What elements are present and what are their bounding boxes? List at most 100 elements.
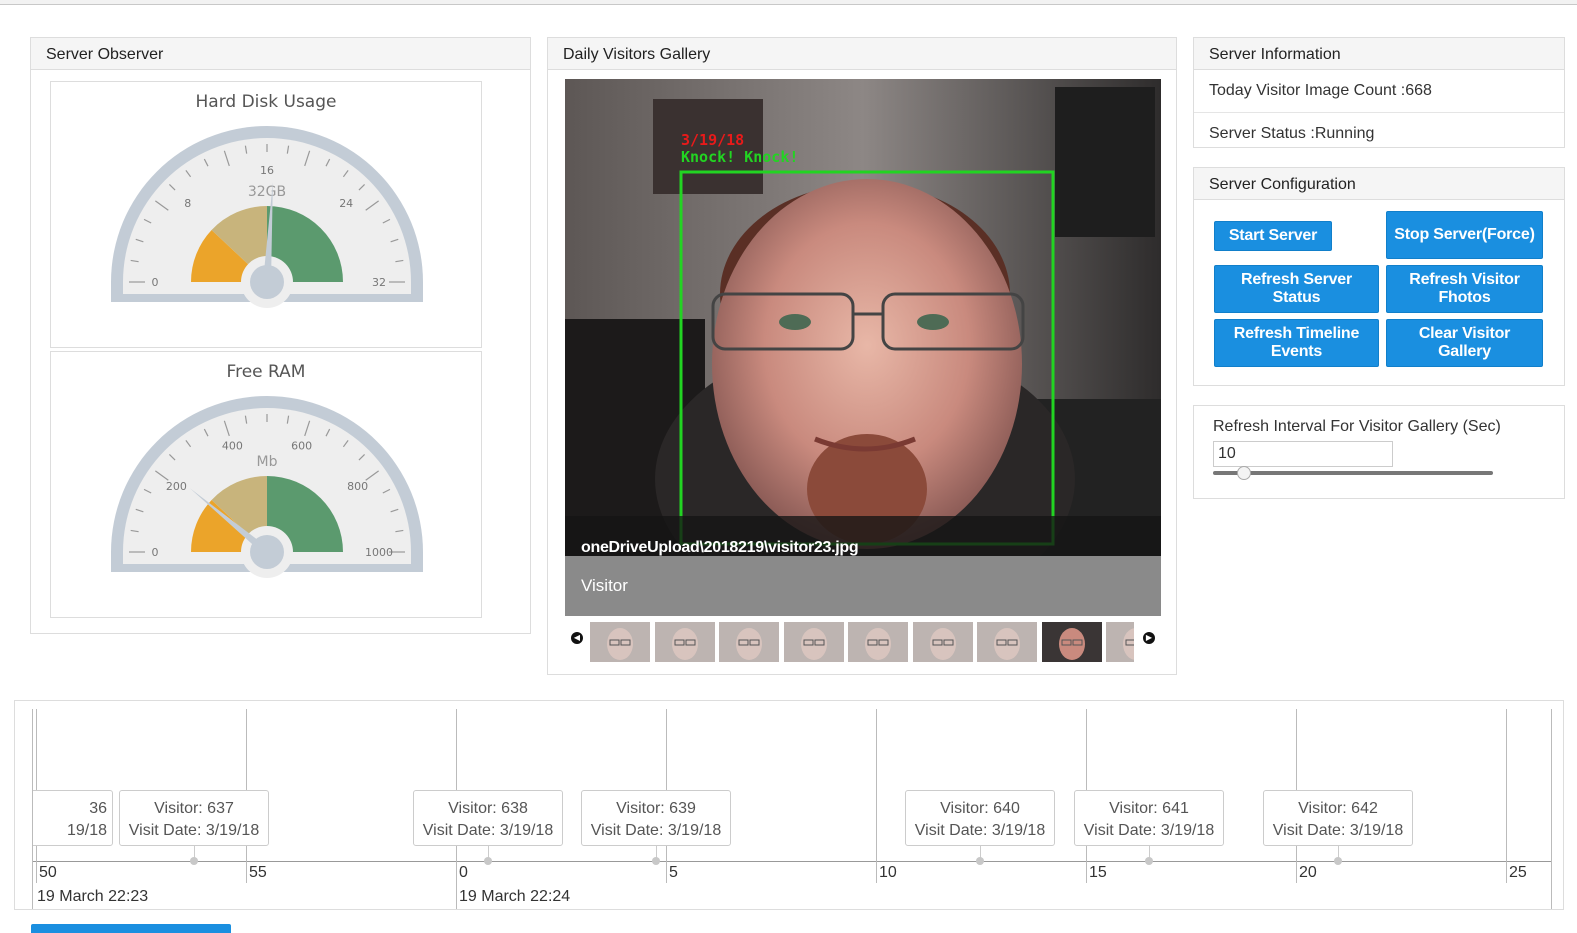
timeline-event-date: Visit Date: 3/19/18 [590,822,722,839]
free-ram-gauge-tick-label: 0 [152,546,159,559]
gallery-thumbnail[interactable] [848,622,908,662]
gallery-thumbnail[interactable] [1041,622,1102,662]
timeline-tick-label: 0 [459,864,468,881]
gallery-thumbnail[interactable] [1106,622,1134,662]
visitor-photo[interactable]: 3/19/18 Knock! Knock! oneDriveUpload\201… [565,79,1161,556]
timeline-event-dot [1334,857,1342,865]
timeline-gridline [1506,709,1507,861]
timeline-event-date: 19/18 [66,822,107,839]
timeline-event[interactable]: Visitor: 640 Visit Date: 3/19/18 [905,790,1055,846]
free-ram-gauge-tick-label: 200 [166,480,187,493]
free-ram-gauge: Free RAM 0 200 400 600 800 1000 Mb [50,351,482,618]
timeline-event[interactable]: Visitor: 639 Visit Date: 3/19/18 [581,790,731,846]
timeline-tick-label: 55 [249,864,267,881]
timeline-tick-label: 25 [1509,864,1527,881]
server-info-panel: Server Information Today Visitor Image C… [1193,37,1565,148]
timeline-event-title: Visitor: 638 [448,800,528,817]
timeline-event-date: Visit Date: 3/19/18 [128,822,260,839]
free-ram-gauge-tick-label: 600 [291,439,312,452]
timeline-tick [1086,861,1087,883]
free-ram-gauge-tick-label: 1000 [365,546,393,559]
hard-disk-gauge-tick-label: 0 [152,276,159,289]
timeline-panel: 50 55 0 5 10 15 20 25 19 March 22:23 19 March 22:… [14,700,1564,910]
refresh-timeline-events-button[interactable]: Refresh Timeline Events [1214,319,1379,367]
top-border [0,0,1577,5]
visitor-label-bar: Visitor [565,556,1161,616]
photo-caption: oneDriveUpload\2018219\visitor23.jpg [581,539,859,556]
timeline-event-date: Visit Date: 3/19/18 [422,822,554,839]
timeline-canvas[interactable]: 50 55 0 5 10 15 20 25 19 March 22:23 19 March 22:… [32,709,1552,909]
timeline-event-title: Visitor: 637 [154,800,234,817]
stop-server-button[interactable]: Stop Server(Force) [1386,211,1543,259]
refresh-interval-slider-handle[interactable] [1237,466,1251,480]
free-ram-gauge-tick-label: 400 [222,439,243,452]
gallery-thumbnail[interactable] [654,622,715,662]
timeline-tick-label: 20 [1299,864,1317,881]
timeline-tick [36,861,37,883]
timeline-event-dot [976,857,984,865]
timeline-event-dot [1145,857,1153,865]
photo-overlay-text: Knock! Knock! [681,148,799,166]
refresh-visitor-photos-button[interactable]: Refresh Visitor Fhotos [1386,265,1543,313]
thumbnail-strip: ◀ ▶ [565,618,1161,664]
server-status-text: Server Status :Running [1209,125,1375,142]
hard-disk-gauge-unit-label: 32GB [248,184,286,200]
free-ram-gauge-tick-label: 800 [347,480,368,493]
server-info-title: Server Information [1194,38,1564,70]
timeline-tick-label: 50 [39,864,57,881]
timeline-event-dot [484,857,492,865]
hard-disk-gauge-hub [250,265,284,299]
gallery-thumbnail[interactable] [783,622,844,662]
timeline-event-title: Visitor: 642 [1298,800,1378,817]
server-config-panel: Server Configuration Start Server Stop S… [1193,167,1565,386]
timeline-event[interactable]: Visitor: 641 Visit Date: 3/19/18 [1074,790,1224,846]
timeline-event-title: Visitor: 640 [940,800,1020,817]
gallery-thumbnail[interactable] [590,622,650,662]
timeline-event-date: Visit Date: 3/19/18 [1272,822,1404,839]
timeline-tick-label: 10 [879,864,897,881]
server-config-title: Server Configuration [1194,168,1564,200]
timeline-tick [666,861,667,883]
timeline-major-label: 19 March 22:24 [459,888,571,905]
free-ram-gauge-dial: 0 200 400 600 800 1000 Mb [111,396,423,578]
refresh-server-status-button[interactable]: Refresh Server Status [1214,265,1379,313]
hard-disk-gauge-dial: 0 8 16 24 32 32GB [111,126,423,308]
timeline-tick [456,861,457,883]
photo-overlay-date: 3/19/18 [681,131,745,149]
server-observer-title: Server Observer [31,38,530,70]
gallery-thumbnail[interactable] [912,622,973,662]
thumbnail-prev-icon[interactable]: ◀ [571,632,583,644]
free-ram-gauge-unit-label: Mb [257,454,278,470]
timeline-event[interactable]: 36 19/18 [33,790,113,846]
timeline-event[interactable]: Visitor: 642 Visit Date: 3/19/18 [1263,790,1413,846]
thumbnail-next-icon[interactable]: ▶ [1143,632,1155,644]
timeline-tick-label: 15 [1089,864,1107,881]
bottom-button[interactable] [31,924,231,933]
timeline-event-title: Visitor: 639 [616,800,696,817]
start-server-button[interactable]: Start Server [1214,221,1332,251]
timeline-tick-label: 5 [669,864,678,881]
timeline-event[interactable]: Visitor: 638 Visit Date: 3/19/18 [413,790,563,846]
timeline-major-label: 19 March 22:23 [37,888,149,905]
refresh-interval-input[interactable] [1213,441,1393,467]
timeline-tick [246,861,247,883]
timeline-event-date: Visit Date: 3/19/18 [1083,822,1215,839]
clear-visitor-gallery-button[interactable]: Clear Visitor Gallery [1386,319,1543,367]
server-observer-panel: Server Observer Hard Disk Usage 0 8 16 24 32… [30,37,531,634]
visitor-photo-image [565,79,1161,556]
gallery-title: Daily Visitors Gallery [548,38,1176,70]
timeline-event-dot [190,857,198,865]
timeline-event-title: Visitor: 641 [1109,800,1189,817]
refresh-interval-slider[interactable] [1213,471,1493,475]
hard-disk-gauge: Hard Disk Usage 0 8 16 24 32 32GB [50,81,482,348]
refresh-interval-panel: Refresh Interval For Visitor Gallery (Se… [1193,405,1565,499]
gallery-thumbnail[interactable] [977,622,1037,662]
timeline-tick [1296,861,1297,883]
timeline-event[interactable]: Visitor: 637 Visit Date: 3/19/18 [119,790,269,846]
gallery-panel: Daily Visitors Gallery 3/19/18 Knock! Kn… [547,37,1177,675]
hard-disk-gauge-tick-label: 8 [184,197,191,210]
timeline-event-title: 36 [89,800,107,817]
timeline-event-dot [652,857,660,865]
gallery-thumbnail[interactable] [719,622,779,662]
timeline-gridline [876,709,877,861]
